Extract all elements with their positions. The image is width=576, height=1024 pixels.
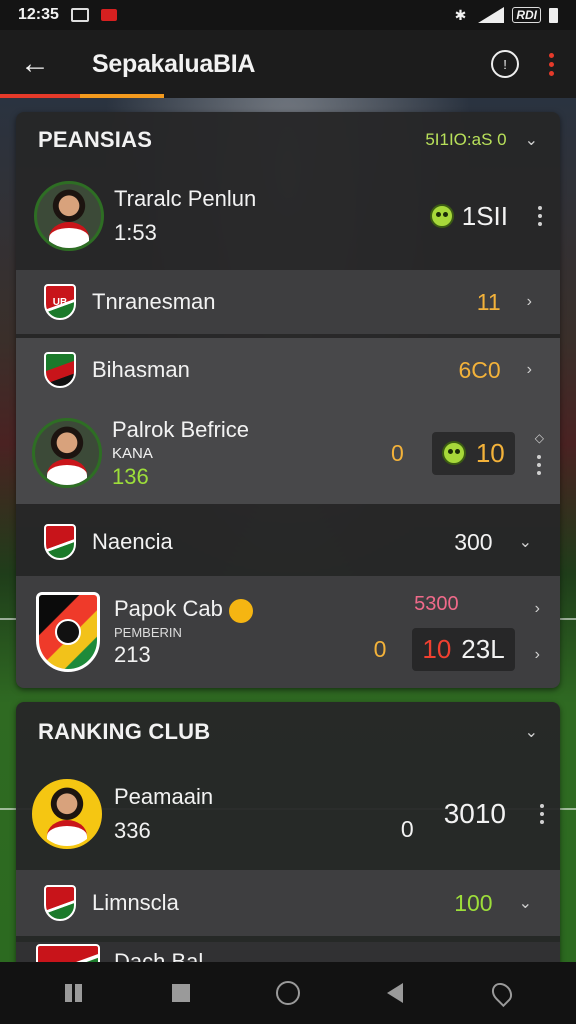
club-sub-label: PEMBERIN — [114, 624, 182, 640]
list-item-label: Naencia — [92, 529, 173, 554]
battery-icon — [549, 7, 558, 23]
tab-indicator-active — [80, 94, 164, 98]
avatar — [32, 779, 102, 849]
player-name: Peamaain — [114, 784, 214, 809]
list-item-value: 6C0 — [458, 356, 501, 383]
club-sub-value: 213 — [114, 641, 151, 667]
score-box: 10 23L — [412, 628, 515, 671]
more-options-icon[interactable] — [549, 52, 554, 76]
chevron-right-icon[interactable]: › — [535, 600, 540, 618]
ranking-card: RANKING CLUB ⌄ Peamaain 336 0 3010 Limns… — [16, 702, 560, 964]
club-crest-icon: UB — [44, 284, 76, 320]
more-options-icon[interactable] — [540, 804, 544, 824]
peansias-card: PEANSIAS 5I1IO:aS 0 ⌄ Traralc Penlun 1:5… — [16, 112, 560, 688]
app-bar: ← SepakaluaBIA ǃ — [0, 30, 576, 98]
player-value: 1SII — [461, 200, 508, 231]
smiley-icon — [228, 598, 253, 623]
club-crest-icon — [36, 944, 100, 964]
app-notification-icon — [100, 9, 117, 21]
signal-icon — [474, 7, 505, 23]
list-item[interactable]: Naencia 300 ⌄ — [16, 510, 560, 574]
more-options-icon[interactable] — [537, 455, 542, 475]
chevron-down-icon[interactable]: ⌄ — [525, 130, 538, 150]
list-item-label: Tnranesman — [92, 289, 216, 314]
section-title: PEANSIAS — [38, 127, 153, 152]
recent-apps-icon[interactable] — [54, 973, 94, 1013]
player-score: 10 — [475, 437, 505, 468]
list-item-label: Limnscla — [92, 890, 179, 915]
player-row[interactable]: Palrok Befrice KANA 136 0 10 ◇ — [16, 402, 560, 504]
status-bar: 12:35 ✱ RDI — [0, 0, 576, 30]
section-title: RANKING CLUB — [38, 719, 211, 744]
list-item-value: 11 — [476, 288, 501, 315]
club-crest-icon — [44, 352, 76, 388]
chevron-right-icon[interactable]: › — [535, 646, 540, 664]
player-row[interactable]: Traralc Penlun 1:53 1SII — [16, 168, 560, 264]
player-name: Palrok Befrice — [112, 416, 249, 442]
section-header[interactable]: RANKING CLUB ⌄ — [16, 702, 560, 762]
page-title: SepakaluaBIA — [92, 49, 256, 78]
status-time: 12:35 — [18, 6, 59, 23]
bluetooth-icon: ✱ — [454, 6, 467, 23]
location-pin-icon[interactable] — [482, 973, 522, 1013]
player-zero: 0 — [400, 815, 414, 842]
club-crest-icon — [44, 524, 76, 560]
chevron-down-icon[interactable]: ⌄ — [519, 532, 532, 552]
list-item-label: Bihasman — [92, 357, 190, 382]
club-name: Papok Cab — [114, 596, 253, 623]
notification-icon — [70, 8, 89, 22]
player-sub: 336 — [114, 818, 151, 843]
player-zero: 0 — [391, 439, 404, 466]
player-value: 3010 — [443, 798, 506, 829]
chevron-right-icon[interactable]: › — [527, 361, 532, 379]
home-icon[interactable] — [268, 973, 308, 1013]
club-crest-icon — [36, 592, 100, 672]
chevron-down-icon[interactable]: ⌄ — [525, 722, 538, 742]
section-meta: 5I1IO:aS 0 — [425, 130, 507, 149]
back-arrow-icon[interactable]: ← — [0, 47, 70, 81]
battery-label: RDI — [512, 7, 541, 23]
frog-icon — [441, 441, 466, 465]
club-zero: 0 — [373, 636, 387, 662]
chevron-right-icon[interactable]: › — [527, 293, 532, 311]
frog-icon — [429, 204, 454, 228]
list-item[interactable]: Dach Bal — [16, 942, 560, 964]
square-icon[interactable] — [161, 973, 201, 1013]
score-box: 10 — [431, 431, 515, 475]
list-item-value: 100 — [454, 889, 493, 916]
list-item-value: 300 — [454, 528, 493, 555]
player-time: 1:53 — [114, 220, 157, 245]
list-item[interactable]: UB Tnranesman 11 › — [16, 270, 560, 334]
avatar — [32, 418, 102, 488]
club-score-white: 23L — [461, 634, 505, 664]
club-crest-icon — [44, 885, 76, 921]
list-item[interactable]: Limnscla 100 ⌄ — [16, 870, 560, 936]
navigation-bar — [0, 962, 576, 1024]
back-icon[interactable] — [375, 973, 415, 1013]
club-row[interactable]: Papok Cab PEMBERIN 213 5300 0 10 23L › › — [16, 576, 560, 688]
club-pink-value: 5300 — [414, 593, 459, 615]
section-header[interactable]: PEANSIAS 5I1IO:aS 0 ⌄ — [16, 112, 560, 168]
list-item[interactable]: Bihasman 6C0 › — [16, 338, 560, 402]
player-code: KANA — [112, 444, 153, 462]
player-points: 136 — [112, 463, 149, 489]
sort-icon[interactable]: ◇ — [535, 431, 544, 445]
player-row[interactable]: Peamaain 336 0 3010 — [16, 764, 560, 864]
player-name: Traralc Penlun — [114, 186, 257, 211]
chevron-down-icon[interactable]: ⌄ — [519, 893, 532, 913]
club-score-red: 10 — [422, 634, 452, 664]
avatar — [34, 181, 104, 251]
more-options-icon[interactable] — [538, 206, 542, 226]
clock-icon[interactable]: ǃ — [491, 50, 519, 78]
tab-indicator-red — [0, 94, 80, 98]
